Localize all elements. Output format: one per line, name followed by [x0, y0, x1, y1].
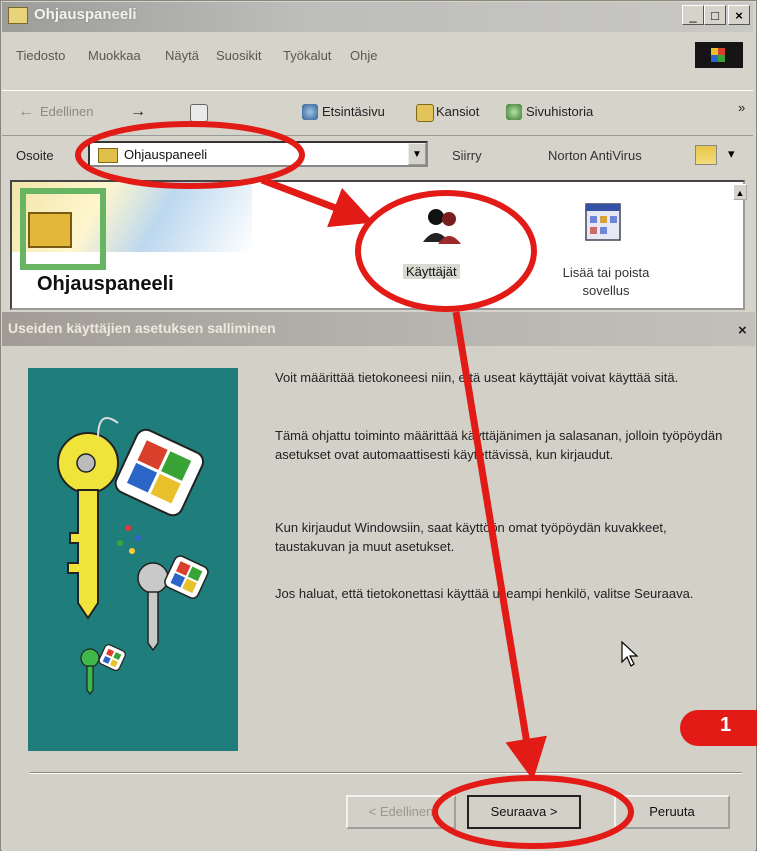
- add-remove-programs-icon[interactable]: [584, 200, 624, 244]
- folder-icon: [8, 7, 28, 24]
- control-panel-heading: Ohjauspaneeli: [37, 273, 174, 295]
- wizard-title: Useiden käyttäjien asetuksen salliminen: [8, 320, 276, 336]
- chevron-down-icon[interactable]: ▾: [728, 146, 735, 162]
- address-label: Osoite: [16, 148, 54, 163]
- wizard-paragraph-1: Voit määrittää tietokoneesi niin, että u…: [275, 370, 679, 385]
- go-button[interactable]: Siirry: [452, 148, 482, 163]
- forward-button[interactable]: →: [130, 103, 146, 121]
- step-badge: [680, 710, 757, 746]
- menu-item-edit[interactable]: Muokkaa: [88, 48, 141, 63]
- history-icon: [506, 104, 522, 120]
- window-title: Ohjauspaneeli: [34, 6, 137, 23]
- next-button[interactable]: Seuraava >: [467, 795, 581, 829]
- norton-antivirus-button[interactable]: Norton AntiVirus: [548, 148, 642, 163]
- wizard-illustration-panel: [28, 368, 238, 751]
- menu-item-help[interactable]: Ohje: [350, 48, 377, 63]
- toolbar-overflow-button[interactable]: »: [738, 100, 745, 115]
- wizard-paragraph-2: Tämä ohjattu toiminto määrittää käyttäjä…: [275, 428, 723, 462]
- keys-illustration: [57, 417, 209, 695]
- address-value: Ohjauspaneeli: [124, 147, 208, 162]
- address-dropdown-button[interactable]: ▼: [408, 143, 426, 165]
- users-item-label[interactable]: Käyttäjät: [403, 264, 460, 279]
- control-panel-icon: [98, 148, 118, 163]
- wizard-close-button[interactable]: ×: [738, 322, 747, 339]
- history-button[interactable]: Sivuhistoria: [526, 104, 593, 119]
- stop-icon[interactable]: [190, 104, 208, 122]
- step-number: 1: [720, 714, 732, 736]
- users-icon[interactable]: [418, 202, 466, 250]
- menu-item-file[interactable]: Tiedosto: [16, 48, 65, 63]
- folders-button[interactable]: Kansiot: [436, 104, 479, 119]
- windows-logo-icon: [695, 42, 743, 68]
- wizard-paragraph-3: Kun kirjaudut Windowsiin, saat käyttöön …: [275, 520, 667, 554]
- wizard-divider: [30, 772, 742, 774]
- close-button[interactable]: ×: [728, 5, 750, 25]
- mouse-cursor-icon: [621, 640, 639, 667]
- menu-item-view[interactable]: Näytä: [165, 48, 199, 63]
- back-button-disabled[interactable]: < Edellinen: [346, 795, 456, 829]
- back-button[interactable]: Edellinen: [40, 104, 94, 119]
- scroll-up-button[interactable]: ▲: [733, 184, 747, 200]
- maximize-button[interactable]: □: [704, 5, 726, 25]
- search-icon: [302, 104, 318, 120]
- add-remove-item-label[interactable]: Lisää tai poista sovellus: [548, 264, 664, 300]
- menu-item-favorites[interactable]: Suosikit: [216, 48, 262, 63]
- cancel-button[interactable]: Peruuta: [614, 795, 730, 829]
- menu-item-tools[interactable]: Työkalut: [283, 48, 331, 63]
- minimize-button[interactable]: _: [682, 5, 704, 25]
- search-button[interactable]: Etsintäsivu: [322, 104, 385, 119]
- wizard-paragraph-4: Jos haluat, että tietokonettasi käyttää …: [275, 586, 694, 601]
- folders-icon: [416, 104, 434, 122]
- back-arrow-icon[interactable]: ←: [18, 103, 34, 121]
- control-panel-large-icon: [28, 212, 72, 248]
- norton-icon[interactable]: [695, 145, 717, 165]
